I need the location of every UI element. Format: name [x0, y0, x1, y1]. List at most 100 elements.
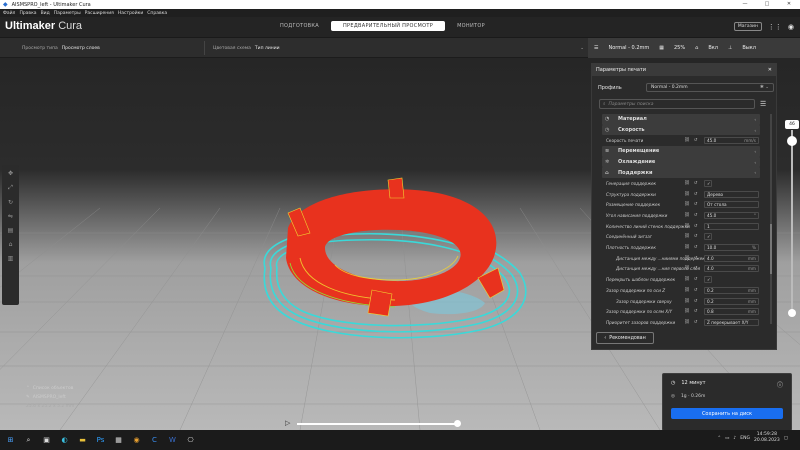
link-icon[interactable]: ⛓ — [684, 309, 690, 314]
setting-row[interactable]: Перекрыть шаблон поддержек ⛓ ↺ ✓ — [596, 274, 766, 285]
setting-row[interactable]: Зазор поддержки сверху ⛓ ↺ 0.2 mm — [596, 296, 766, 307]
reset-icon[interactable]: ↺ — [694, 138, 698, 143]
reset-icon[interactable]: ↺ — [694, 181, 698, 186]
network-icon[interactable]: ▭ — [725, 436, 729, 441]
settings-menu-icon[interactable]: ☰ — [760, 100, 766, 108]
setting-value-field[interactable]: 0.2 mm — [704, 286, 759, 294]
menu-help[interactable]: Справка — [147, 11, 167, 16]
windows-start-icon[interactable]: ⊞ — [3, 434, 18, 446]
reset-icon[interactable]: ↺ — [694, 299, 698, 304]
setting-row[interactable]: Соединённый зигзаг ⛓ ↺ ✓ — [596, 232, 766, 243]
reset-icon[interactable]: ↺ — [694, 277, 698, 282]
settings-category[interactable]: ✲ Охлаждение ‹ — [602, 156, 760, 168]
support-blocker-icon[interactable]: ⌂ — [9, 241, 13, 248]
search-icon[interactable]: ⌕ — [21, 434, 36, 446]
setting-row[interactable]: Угол нависания поддержки ⛓ ↺ 45.0 ° — [596, 210, 766, 221]
play-icon[interactable]: ▷ — [285, 419, 290, 427]
reset-icon[interactable]: ↺ — [694, 234, 698, 239]
reset-icon[interactable]: ↺ — [694, 288, 698, 293]
setting-value-field[interactable]: 0.8 mm — [704, 308, 759, 316]
reset-icon[interactable]: ↺ — [694, 256, 698, 261]
app-icon-2[interactable]: ⎔ — [183, 434, 198, 446]
maximize-button[interactable]: □ — [756, 0, 778, 9]
reset-icon[interactable]: ↺ — [694, 309, 698, 314]
task-view-icon[interactable]: ▣ — [39, 434, 54, 446]
minimize-button[interactable]: — — [734, 0, 756, 9]
link-icon[interactable]: ⛓ — [684, 299, 690, 304]
setting-value-field[interactable]: 0.2 mm — [704, 297, 759, 305]
setting-row[interactable]: Количество линий стенок поддержки ⛓ ↺ 1 — [596, 221, 766, 232]
link-icon[interactable]: ⛓ — [684, 320, 690, 325]
view-type-dropdown[interactable]: Просмотр типа Просмотр слоев — [22, 41, 205, 55]
info-icon[interactable]: ⓘ — [777, 380, 783, 389]
reset-icon[interactable]: ↺ — [694, 213, 698, 218]
link-icon[interactable]: ⛓ — [684, 202, 690, 207]
path-slider[interactable] — [297, 423, 457, 425]
setting-checkbox[interactable]: ✓ — [704, 276, 712, 284]
setting-row[interactable]: Приоритет зазоров поддержки ⛓ ↺ Z перекрыва… — [596, 317, 766, 328]
layer-slider[interactable] — [791, 130, 793, 315]
setting-row[interactable]: Зазор поддержки по осям X/Y ⛓ ↺ 0.8 mm — [596, 306, 766, 317]
tab-preview[interactable]: ПРЕДВАРИТЕЛЬНЫЙ ПРОСМОТР — [330, 21, 446, 31]
setting-row[interactable]: Скорость печати ⛓ ↺ 45.0 mm/s — [596, 135, 766, 146]
mirror-tool-icon[interactable]: ⇋ — [8, 213, 13, 220]
layer-view-icon[interactable]: ▥ — [8, 255, 14, 262]
setting-value-field[interactable]: 4.0 mm — [704, 265, 759, 273]
setting-row[interactable]: Размещение поддержек ⛓ ↺ От стола — [596, 200, 766, 211]
link-icon[interactable]: ⛓ — [684, 256, 690, 261]
setting-row[interactable]: Плотность поддержек ⛓ ↺ 10.0% — [596, 242, 766, 253]
setting-value-field[interactable]: 1 — [704, 222, 759, 230]
cura-icon[interactable]: C — [147, 434, 162, 446]
path-slider-handle[interactable] — [454, 420, 461, 427]
chrome-icon[interactable]: ◉ — [129, 434, 144, 446]
save-to-disk-button[interactable]: Сохранить на диск — [671, 408, 783, 419]
layer-slider-bottom-handle[interactable] — [788, 309, 796, 317]
reset-icon[interactable]: ↺ — [694, 224, 698, 229]
setting-value-field[interactable]: Z перекрывает X/Y — [704, 318, 759, 326]
settings-category[interactable]: ◔ Материал ‹ — [602, 114, 760, 125]
layer-number-label[interactable]: 46 — [785, 120, 799, 129]
setting-value-field[interactable]: От стола — [704, 201, 759, 209]
reset-icon[interactable]: ↺ — [694, 320, 698, 325]
clock[interactable]: 14:59:28 20.08.2023 — [754, 432, 780, 444]
menu-settings[interactable]: Параметры — [54, 11, 81, 16]
volume-icon[interactable]: ♪ — [733, 436, 736, 441]
setting-row[interactable]: Дистанция между ...ния первого слоя ⛓ ↺ 4.0… — [596, 264, 766, 275]
setting-checkbox[interactable]: ✓ — [704, 179, 712, 187]
move-tool-icon[interactable]: ✥ — [8, 170, 13, 177]
setting-row[interactable]: Генерация поддержек ⛓ ↺ ✓ — [596, 178, 766, 189]
account-icon[interactable]: ◉ — [788, 23, 794, 31]
color-scheme-dropdown[interactable]: Цветовая схема Тип линии ⌄ — [213, 41, 588, 55]
link-icon[interactable]: ⛓ — [684, 288, 690, 293]
settings-search-input[interactable]: ⌕ Параметры поиска — [599, 99, 755, 109]
object-name[interactable]: ✎ AISMSPRO_left — [26, 393, 74, 402]
rotate-tool-icon[interactable]: ↻ — [8, 199, 13, 206]
word-icon[interactable]: W — [165, 434, 180, 446]
link-icon[interactable]: ⛓ — [684, 266, 690, 271]
link-icon[interactable]: ⛓ — [684, 213, 690, 218]
object-list-title[interactable]: ⌃ Список объектов — [26, 384, 74, 393]
per-model-settings-icon[interactable]: ▤ — [8, 227, 14, 234]
setting-value-field[interactable]: 45.0 mm/s — [704, 137, 759, 145]
profile-dropdown[interactable]: Normal - 0.2mm ✱ ⌄ — [646, 83, 774, 92]
chevron-up-icon[interactable]: ⌃ — [717, 436, 721, 441]
edge-icon[interactable]: ◐ — [57, 434, 72, 446]
setting-row[interactable]: Зазор поддержки по оси Z ⛓ ↺ 0.2 mm — [596, 285, 766, 296]
layer-slider-top-handle[interactable] — [787, 136, 797, 146]
reset-icon[interactable]: ↺ — [694, 245, 698, 250]
close-button[interactable]: ✕ — [778, 0, 800, 9]
notifications-icon[interactable]: ▢ — [784, 436, 788, 441]
link-icon[interactable]: ⛓ — [684, 181, 690, 186]
language-indicator[interactable]: ENG — [740, 436, 750, 441]
link-icon[interactable]: ⛓ — [684, 192, 690, 197]
tab-monitor[interactable]: МОНИТОР — [445, 21, 497, 31]
menu-edit[interactable]: Правка — [19, 11, 36, 16]
link-icon[interactable]: ⛓ — [684, 224, 690, 229]
menu-preferences[interactable]: Настройки — [118, 11, 143, 16]
settings-category[interactable]: ⌂ Поддержки ‹ — [602, 167, 760, 179]
setting-value-field[interactable]: Дерево — [704, 190, 759, 198]
app-icon[interactable]: ▦ — [111, 434, 126, 446]
link-icon[interactable]: ⛓ — [684, 138, 690, 143]
link-icon[interactable]: ⛓ — [684, 277, 690, 282]
setting-row[interactable]: Дистанция между ...нииями поддержек ⛓ ↺ 4.0… — [596, 253, 766, 264]
